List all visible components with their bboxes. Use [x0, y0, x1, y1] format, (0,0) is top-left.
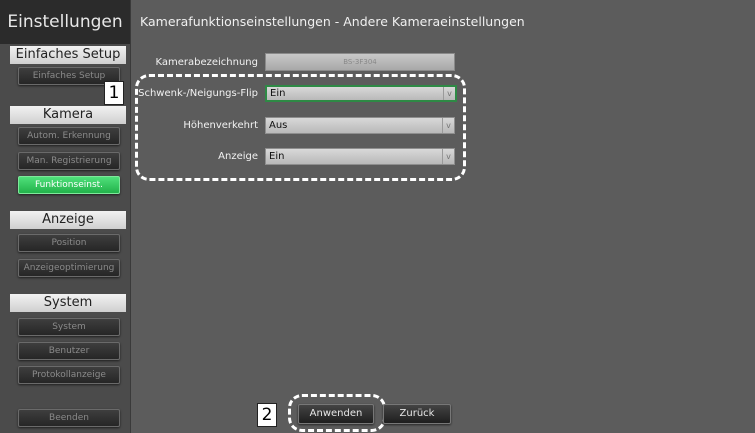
- exit-button[interactable]: Beenden: [18, 409, 120, 427]
- section-header-display: Anzeige: [10, 211, 126, 229]
- section-header-system: System: [10, 294, 126, 312]
- sidebar-item-function-settings[interactable]: Funktionseinst.: [18, 176, 120, 194]
- callout-box-settings: [135, 74, 466, 181]
- sidebar-item-users[interactable]: Benutzer: [18, 342, 120, 360]
- camera-name-field: BS-3F304: [265, 53, 455, 71]
- callout-number-two: 2: [257, 403, 277, 427]
- sidebar-item-display-optimization[interactable]: Anzeigeoptimierung: [18, 259, 120, 277]
- sidebar-title: Einstellungen: [0, 0, 130, 44]
- section-header-easy-setup: Einfaches Setup: [10, 46, 126, 64]
- back-button[interactable]: Zurück: [383, 404, 451, 424]
- apply-button[interactable]: Anwenden: [298, 404, 374, 424]
- sidebar-item-manual-registration[interactable]: Man. Registrierung: [18, 152, 120, 170]
- sidebar: Einstellungen Einfaches Setup Einfaches …: [0, 0, 131, 433]
- sidebar-item-auto-detect[interactable]: Autom. Erkennung: [18, 127, 120, 145]
- section-header-camera: Kamera: [10, 106, 126, 124]
- sidebar-item-system[interactable]: System: [18, 318, 120, 336]
- sidebar-item-log-view[interactable]: Protokollanzeige: [18, 366, 120, 384]
- sidebar-item-position[interactable]: Position: [18, 234, 120, 252]
- page-title: Kamerafunktionseinstellungen - Andere Ka…: [140, 14, 525, 29]
- callout-number-one: 1: [104, 81, 124, 105]
- camera-name-label: Kamerabezeichnung: [155, 57, 258, 68]
